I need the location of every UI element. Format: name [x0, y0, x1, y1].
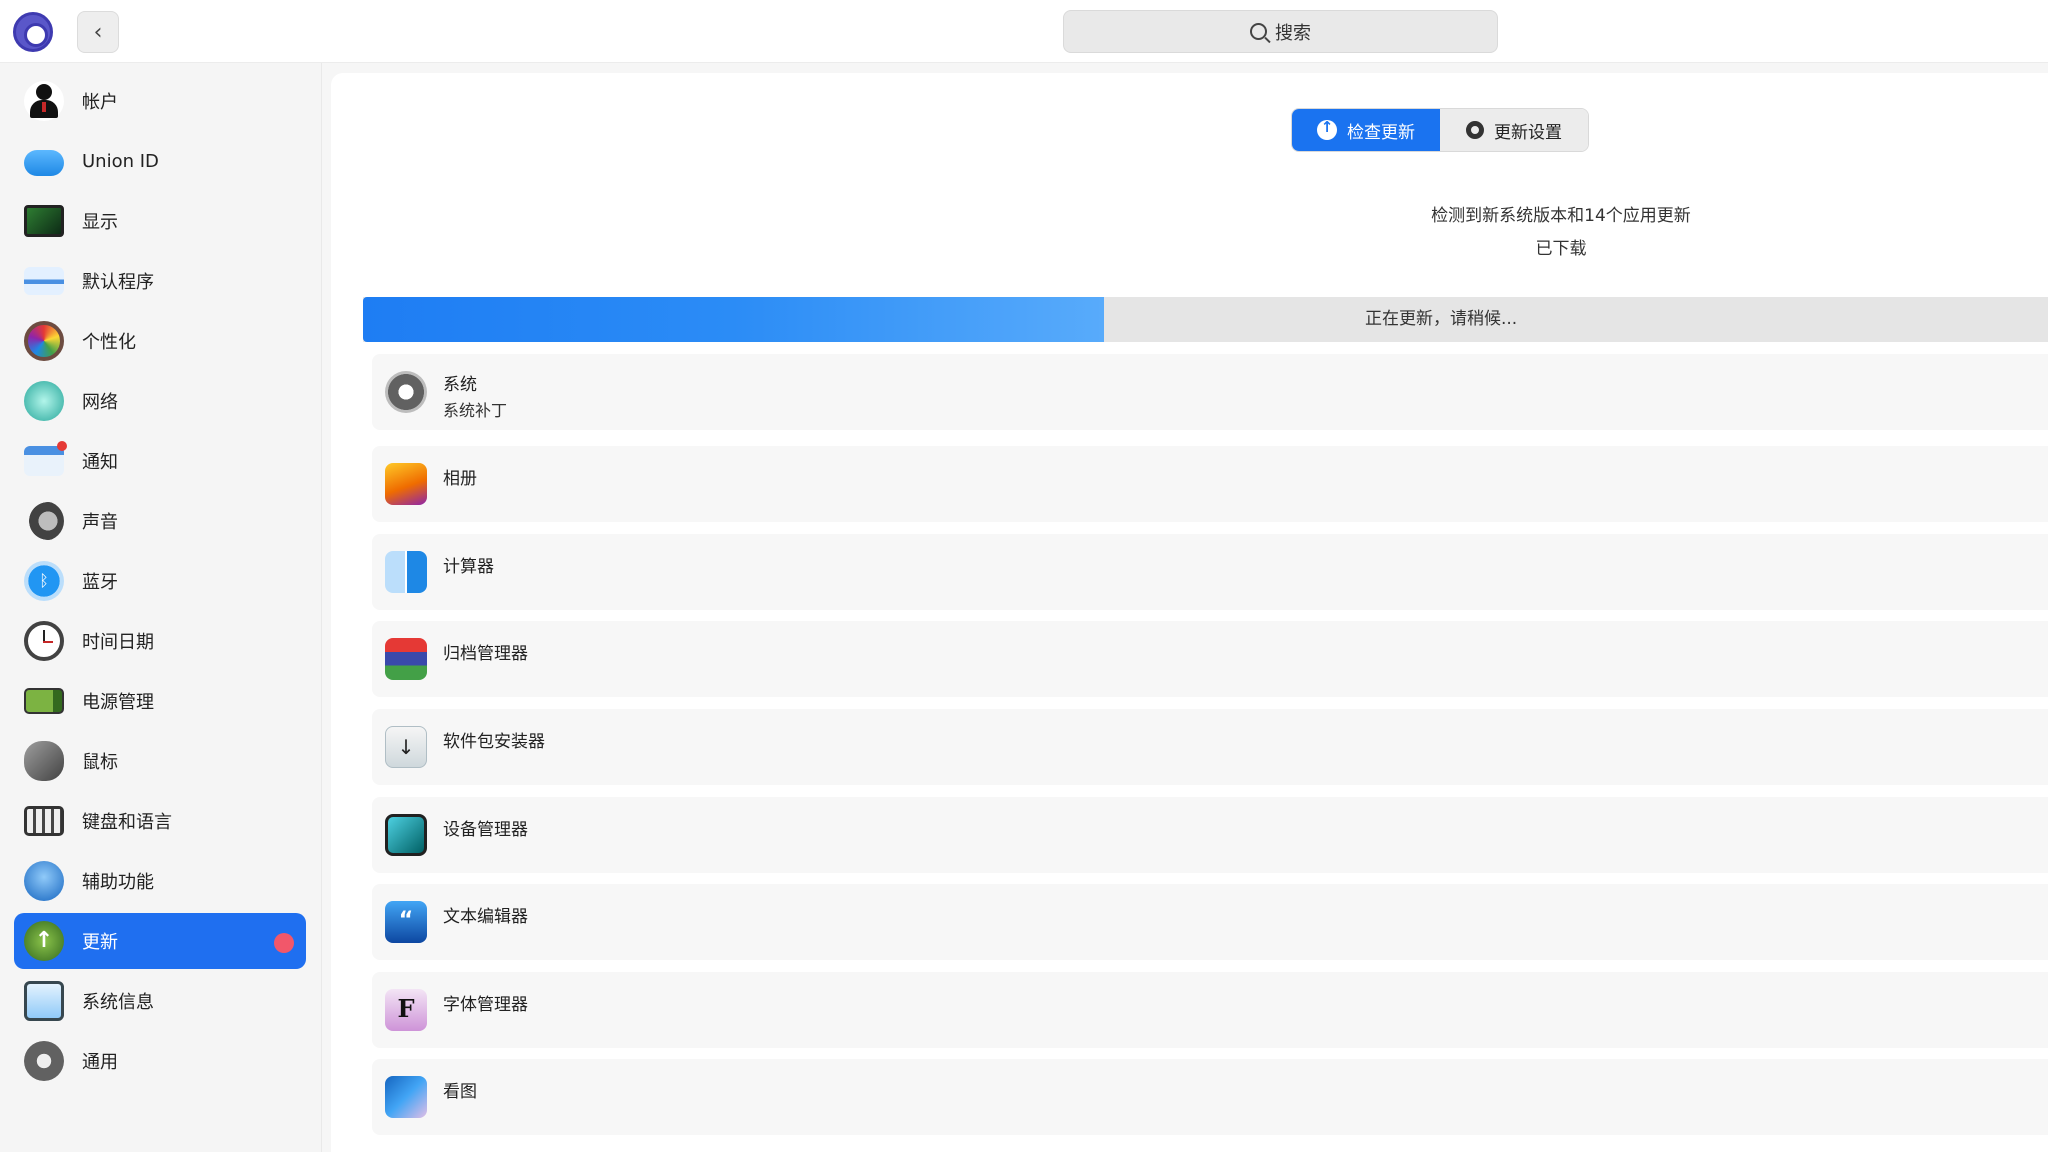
update-badge [274, 933, 294, 953]
app-logo-icon [13, 12, 53, 52]
update-title: 设备管理器 [443, 820, 528, 840]
update-row-archive: 归档管理器 [372, 621, 2048, 697]
update-title: 归档管理器 [443, 644, 528, 664]
search-placeholder: 搜索 [1275, 22, 1311, 44]
sidebar-item-sound[interactable]: 声音 [14, 493, 306, 549]
update-subtitle: 系统补丁 [443, 401, 508, 420]
update-title: 计算器 [443, 557, 494, 577]
sidebar-item-notification[interactable]: 通知 [14, 433, 306, 489]
default-apps-icon [24, 267, 64, 295]
sidebar-item-general[interactable]: 通用 [14, 1033, 306, 1089]
back-button[interactable]: ‹ [77, 11, 119, 53]
account-icon [24, 81, 64, 121]
chevron-left-icon: ‹ [93, 19, 103, 45]
update-title: 看图 [443, 1082, 477, 1102]
sidebar-item-account[interactable]: 帐户 [14, 73, 306, 129]
update-settings-button[interactable]: 更新设置 [1440, 109, 1588, 151]
sidebar-item-system-info[interactable]: 系统信息 [14, 973, 306, 1029]
sidebar-item-mouse[interactable]: 鼠标 [14, 733, 306, 789]
search-input[interactable]: 搜索 [1063, 10, 1498, 53]
sidebar-item-personalization[interactable]: 个性化 [14, 313, 306, 369]
sidebar-item-accessibility[interactable]: 辅助功能 [14, 853, 306, 909]
speaker-icon [24, 501, 64, 541]
sidebar-item-network[interactable]: 网络 [14, 373, 306, 429]
mouse-icon [24, 741, 64, 781]
gear-icon [1466, 121, 1484, 139]
sidebar-item-keyboard[interactable]: 键盘和语言 [14, 793, 306, 849]
sidebar-item-display[interactable]: 显示 [14, 193, 306, 249]
text-editor-icon: “ [385, 901, 427, 943]
update-title: 文本编辑器 [443, 907, 528, 927]
update-title: 字体管理器 [443, 995, 528, 1015]
font-manager-icon: F [385, 989, 427, 1031]
package-installer-icon: ↓ [385, 726, 427, 768]
update-row-package-installer: ↓ 软件包安装器 [372, 709, 2048, 785]
sidebar-item-power[interactable]: 电源管理 [14, 673, 306, 729]
keyboard-icon [24, 806, 64, 836]
palette-icon [24, 321, 64, 361]
battery-icon [24, 688, 64, 714]
update-panel: 检查更新 更新设置 检测到新系统版本和14个应用更新 已下载 正在更新，请稍候.… [331, 73, 2048, 1152]
update-row-album: 相册 [372, 446, 2048, 522]
update-row-system: 系统 系统补丁 [372, 354, 2048, 430]
clock-icon [24, 621, 64, 661]
network-icon [24, 381, 64, 421]
update-icon: ↑ [24, 921, 64, 961]
device-manager-icon [385, 814, 427, 856]
sidebar-item-default-apps[interactable]: 默认程序 [14, 253, 306, 309]
display-icon [24, 205, 64, 237]
update-title: 相册 [443, 469, 477, 489]
update-row-image-viewer: 看图 [372, 1059, 2048, 1135]
cloud-icon [24, 150, 64, 176]
update-row-device-manager: 设备管理器 [372, 797, 2048, 873]
sidebar: 帐户 Union ID 显示 默认程序 个性化 网络 通知 声音 ᛒ 蓝牙 时间… [0, 63, 322, 1152]
update-row-calculator: 计算器 [372, 534, 2048, 610]
system-info-icon [24, 981, 64, 1021]
arrow-up-circle-icon [1317, 118, 1337, 140]
bluetooth-icon: ᛒ [24, 561, 64, 601]
album-icon [385, 463, 427, 505]
sidebar-item-update[interactable]: ↑ 更新 [14, 913, 306, 969]
update-row-text-editor: “ 文本编辑器 [372, 884, 2048, 960]
update-row-font-manager: F 字体管理器 [372, 972, 2048, 1048]
update-segmented-control: 检查更新 更新设置 [1291, 108, 1589, 152]
sidebar-item-bluetooth[interactable]: ᛒ 蓝牙 [14, 553, 306, 609]
archive-icon [385, 638, 427, 680]
check-update-button[interactable]: 检查更新 [1292, 109, 1440, 151]
search-icon [1250, 23, 1267, 40]
sidebar-item-datetime[interactable]: 时间日期 [14, 613, 306, 669]
title-bar: ‹ 搜索 [0, 0, 2048, 63]
progress-text: 正在更新，请稍候... [1365, 309, 1518, 329]
image-viewer-icon [385, 1076, 427, 1118]
accessibility-icon [24, 861, 64, 901]
update-progress-bar: 正在更新，请稍候... [363, 297, 2048, 342]
update-title: 系统 [443, 375, 477, 395]
update-title: 软件包安装器 [443, 732, 545, 752]
download-status-text: 已下载 [1535, 239, 1587, 259]
system-gear-icon [385, 371, 427, 413]
general-icon [24, 1041, 64, 1081]
notification-icon [24, 441, 67, 476]
calculator-icon [385, 551, 427, 593]
update-status-text: 检测到新系统版本和14个应用更新 [1431, 206, 1691, 226]
sidebar-item-union-id[interactable]: Union ID [14, 133, 306, 189]
progress-fill [363, 297, 1105, 342]
